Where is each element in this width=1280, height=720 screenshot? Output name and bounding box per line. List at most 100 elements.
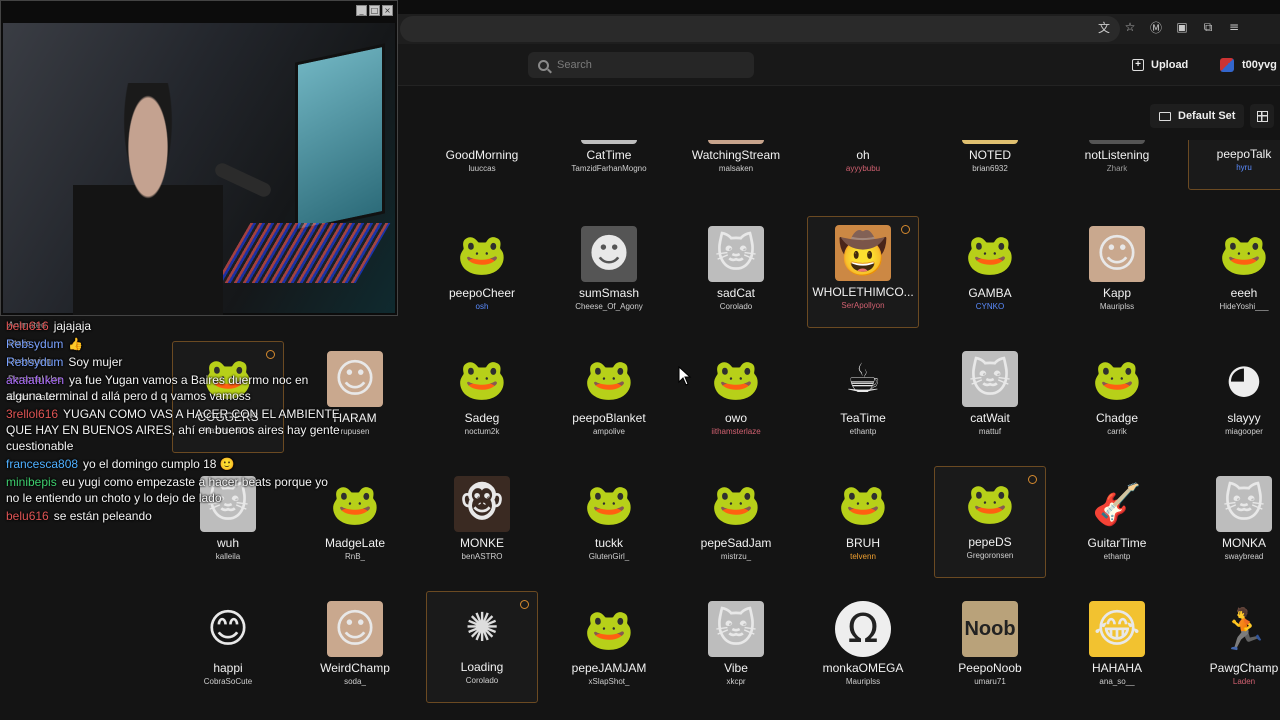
search-box[interactable] <box>528 52 754 78</box>
emote-author[interactable]: umaru71 <box>974 677 1006 686</box>
emote-author[interactable]: Zhark <box>1107 164 1127 173</box>
emote-author[interactable]: rupusen <box>341 427 370 436</box>
emote-tile[interactable]: ☺ WeirdChamp soda_ <box>299 591 411 703</box>
default-set-button[interactable]: Default Set <box>1150 104 1245 128</box>
emote-author[interactable]: HideYoshi___ <box>1219 302 1268 311</box>
emote-author[interactable]: ethantp <box>1104 552 1131 561</box>
emote-tile[interactable]: 🐸 pepeDS Gregoronsen <box>934 466 1046 578</box>
grid-view-button[interactable] <box>1250 104 1274 128</box>
emote-tile[interactable]: 🐸 Sadeg noctum2k <box>426 341 538 453</box>
emote-tile[interactable]: ◕ slayyy miagooper <box>1188 341 1280 453</box>
emote-author[interactable]: xkcpr <box>726 677 745 686</box>
emote-author[interactable]: SerApollyon <box>841 301 884 310</box>
emote-author[interactable]: benASTRO <box>462 552 503 561</box>
emote-tile[interactable]: 🐸 pepeSadJam mistrzu_ <box>680 466 792 578</box>
upload-button[interactable]: + Upload <box>1124 53 1196 77</box>
emote-tile[interactable]: 🐸 pepeJAMJAM xSlapShot_ <box>553 591 665 703</box>
emote-tile[interactable]: ☕ TeaTime ethantp <box>807 341 919 453</box>
emote-author[interactable]: telvenn <box>850 552 876 561</box>
emote-author[interactable]: carrik <box>1107 427 1127 436</box>
emote-author[interactable]: Gregoronsen <box>967 551 1014 560</box>
emote-author[interactable]: swaybread <box>1225 552 1264 561</box>
emote-tile[interactable]: 🐵 MONKE benASTRO <box>426 466 538 578</box>
emote-tile[interactable]: ✺ Loading Corolado <box>426 591 538 703</box>
emote-author[interactable]: ampolive <box>593 427 625 436</box>
emote-author[interactable]: Cheese_Of_Agony <box>575 302 643 311</box>
emote-tile[interactable]: 🐸 eeeh HideYoshi___ <box>1188 216 1280 328</box>
emote-author[interactable]: miagooper <box>1225 427 1263 436</box>
emote-tile[interactable]: 😂 HAHAHA ana_so__ <box>1061 591 1173 703</box>
emote-author[interactable]: TamzidFarhanMogno <box>571 164 646 173</box>
emote-tile[interactable]: 🐱 CatTime TamzidFarhanMogno <box>553 140 665 190</box>
chat-username[interactable]: belu616 <box>6 319 49 333</box>
chat-username[interactable]: Rebsydum <box>6 337 63 351</box>
chat-username[interactable]: minibepis <box>6 475 57 489</box>
emote-author[interactable]: kalleila <box>216 552 240 561</box>
emote-tile[interactable]: ☺ Kapp Mauriplss <box>1061 216 1173 328</box>
emote-tile[interactable]: 🐸 peepoTalk hyru <box>1188 140 1280 190</box>
star-icon[interactable]: ☆ <box>1122 19 1138 35</box>
emote-author[interactable]: brian6932 <box>972 164 1008 173</box>
emote-tile[interactable]: 🐸 peepoBlanket ampolive <box>553 341 665 453</box>
close-icon[interactable]: × <box>382 5 393 16</box>
emote-tile[interactable]: 🐸 peepoCheer osh <box>426 216 538 328</box>
emote-author[interactable]: hyru <box>1236 163 1252 172</box>
emote-author[interactable]: ayyybubu <box>846 164 880 173</box>
emote-author[interactable]: CYNKO <box>976 302 1004 311</box>
emote-tile[interactable]: 🤠 WHOLETHIMCO... SerApollyon <box>807 216 919 328</box>
emote-author[interactable]: ana_so__ <box>1099 677 1134 686</box>
chat-username[interactable]: belu616 <box>6 509 49 523</box>
emote-tile[interactable]: 🐱 catWait mattuf <box>934 341 1046 453</box>
emote-tile[interactable]: Noob PeepoNoob umaru71 <box>934 591 1046 703</box>
emote-tile[interactable]: 🐱 MONKA swaybread <box>1188 466 1280 578</box>
emote-author[interactable]: mattuf <box>979 427 1001 436</box>
emote-tile[interactable]: ΩmonkaOMEGA Mauriplss <box>807 591 919 703</box>
emote-author[interactable]: Corolado <box>466 676 498 685</box>
emote-tile[interactable]: ◕ oh ayyybubu <box>807 140 919 190</box>
emote-tile[interactable]: 👀 WatchingStream malsaken <box>680 140 792 190</box>
emote-author[interactable]: Laden <box>1233 677 1255 686</box>
emote-author[interactable]: ethantp <box>850 427 877 436</box>
emote-author[interactable]: RnB_ <box>345 552 365 561</box>
emote-tile[interactable]: 🐸 owo iithamsterlaze <box>680 341 792 453</box>
emote-author[interactable]: CobraSoCute <box>204 677 252 686</box>
extension-translate-icon[interactable]: ▣ <box>1174 19 1190 35</box>
emote-tile[interactable]: ✎ NOTED brian6932 <box>934 140 1046 190</box>
maximize-icon[interactable]: □ <box>369 5 380 16</box>
menu-icon[interactable]: ≡ <box>1226 19 1242 35</box>
emote-author[interactable]: soda_ <box>344 677 366 686</box>
minimize-icon[interactable]: _ <box>356 5 367 16</box>
emote-tile[interactable]: ☻ sumSmash Cheese_Of_Agony <box>553 216 665 328</box>
emote-tile[interactable]: 🏃 PawgChamp Laden <box>1188 591 1280 703</box>
emote-tile[interactable]: 🐸 BRUH telvenn <box>807 466 919 578</box>
chat-username[interactable]: 3rellol616 <box>6 407 58 421</box>
translate-icon[interactable]: 文 <box>1096 19 1112 35</box>
emote-author[interactable]: Mauriplss <box>1100 302 1134 311</box>
emote-tile[interactable]: 🎸 GuitarTime ethantp <box>1061 466 1173 578</box>
emote-tile[interactable]: ☻ notListening Zhark <box>1061 140 1173 190</box>
emote-tile[interactable]: 🐱 Vibe xkcpr <box>680 591 792 703</box>
emote-author[interactable]: GlutenGirl_ <box>589 552 629 561</box>
emote-tile[interactable]: 🐸 GoodMorning luuccas <box>426 140 538 190</box>
chat-username[interactable]: francesca808 <box>6 457 78 471</box>
emote-tile[interactable]: 🐸 tuckk GlutenGirl_ <box>553 466 665 578</box>
emote-tile[interactable]: 🐸 Chadge carrik <box>1061 341 1173 453</box>
puzzle-icon[interactable]: ⧉ <box>1200 19 1216 35</box>
chat-username[interactable]: akalafuken <box>6 373 64 387</box>
emote-tile[interactable]: 😊 happi CobraSoCute <box>172 591 284 703</box>
user-menu[interactable]: t00yvg <box>1220 53 1277 77</box>
emote-author[interactable]: iithamsterlaze <box>711 427 760 436</box>
emote-author[interactable]: malsaken <box>719 164 753 173</box>
emote-author[interactable]: osh <box>476 302 489 311</box>
emote-author[interactable]: Mauriplss <box>846 677 880 686</box>
emote-tile[interactable]: 🐸 GAMBA CYNKO <box>934 216 1046 328</box>
emote-tile[interactable]: 🐱 sadCat Corolado <box>680 216 792 328</box>
emote-author[interactable]: mistrzu_ <box>721 552 751 561</box>
search-input[interactable] <box>557 59 737 71</box>
extension-m-icon[interactable]: Ⓜ <box>1148 19 1164 35</box>
emote-author[interactable]: luuccas <box>468 164 495 173</box>
emote-author[interactable]: noctum2k <box>465 427 500 436</box>
emote-author[interactable]: Corolado <box>720 302 752 311</box>
address-bar[interactable] <box>400 16 1120 42</box>
chat-username[interactable]: Rebsydum <box>6 355 63 369</box>
